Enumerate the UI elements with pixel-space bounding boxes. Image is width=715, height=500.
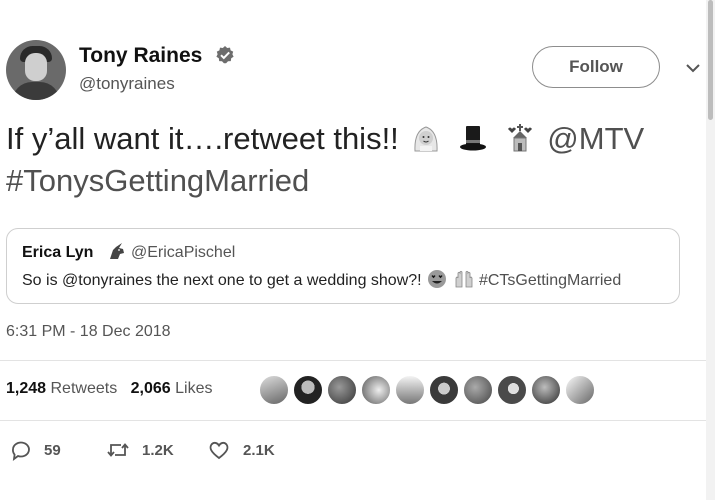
tweet-actions: 59 1.2K 2.1K bbox=[0, 436, 706, 466]
follow-button[interactable]: Follow bbox=[532, 46, 660, 88]
quoted-hashtag-link[interactable]: #CTsGettingMarried bbox=[479, 272, 621, 289]
retweets-stat[interactable]: 1,248 Retweets bbox=[6, 380, 117, 398]
wedding-chapel-icon bbox=[507, 124, 532, 152]
reply-count: 59 bbox=[44, 441, 61, 459]
liker-avatar[interactable] bbox=[360, 374, 392, 406]
scrollbar-thumb[interactable] bbox=[708, 0, 713, 120]
quoted-author-handle[interactable]: @EricaPischel bbox=[131, 244, 235, 262]
raised-hands-icon bbox=[455, 270, 472, 288]
liker-avatar[interactable] bbox=[564, 374, 596, 406]
quoted-tweet-card[interactable]: Erica Lyn @EricaPischel So is @tonyraine… bbox=[6, 228, 680, 304]
retweets-count: 1,248 bbox=[6, 380, 47, 397]
liker-avatar[interactable] bbox=[292, 374, 324, 406]
liker-avatar[interactable] bbox=[326, 374, 358, 406]
retweets-label: Retweets bbox=[50, 380, 118, 397]
tweet-timestamp[interactable]: 6:31 PM - 18 Dec 2018 bbox=[6, 323, 171, 341]
likes-count: 2,066 bbox=[130, 380, 171, 397]
quoted-tweet-text: So is @tonyraines the next one to get a … bbox=[22, 269, 621, 290]
likes-label: Likes bbox=[175, 380, 213, 397]
verified-badge-icon bbox=[216, 46, 234, 64]
quoted-text-body: So is @tonyraines the next one to get a … bbox=[22, 272, 427, 289]
like-button[interactable]: 2.1K bbox=[207, 436, 275, 464]
quoted-author-name[interactable]: Erica Lyn bbox=[22, 244, 93, 262]
heart-eyes-icon bbox=[428, 270, 447, 288]
liker-avatar[interactable] bbox=[428, 374, 460, 406]
top-hat-icon bbox=[460, 126, 487, 151]
liker-avatar[interactable] bbox=[258, 374, 290, 406]
author-handle[interactable]: @tonyraines bbox=[79, 74, 175, 94]
chevron-down-icon[interactable] bbox=[686, 63, 700, 73]
retweet-button[interactable]: 1.2K bbox=[106, 436, 174, 464]
liker-avatar[interactable] bbox=[496, 374, 528, 406]
liker-avatar[interactable] bbox=[530, 374, 562, 406]
tweet-hashtag-link[interactable]: #TonysGettingMarried bbox=[6, 163, 309, 198]
stats-divider-top bbox=[0, 360, 706, 361]
tweet-text: If y’all want it….retweet this!! @MTV #T… bbox=[6, 118, 706, 202]
retweet-count: 1.2K bbox=[142, 441, 174, 459]
bride-with-veil-icon bbox=[414, 126, 438, 152]
author-name[interactable]: Tony Raines bbox=[79, 44, 202, 68]
author-avatar[interactable] bbox=[6, 40, 66, 100]
unicorn-icon bbox=[110, 243, 124, 259]
tweet-mention-link[interactable]: @MTV bbox=[547, 121, 644, 156]
reply-icon bbox=[12, 441, 30, 462]
avatar-body bbox=[12, 82, 60, 100]
reply-button[interactable]: 59 bbox=[8, 436, 61, 464]
avatar-face bbox=[25, 53, 47, 81]
tweet-text-body: If y’all want it….retweet this!! bbox=[6, 121, 408, 156]
likes-stat[interactable]: 2,066 Likes bbox=[131, 380, 213, 398]
retweet-icon bbox=[107, 443, 129, 457]
stats-divider-bottom bbox=[0, 420, 706, 421]
liker-avatar[interactable] bbox=[462, 374, 494, 406]
tweet-stats: 1,248 Retweets 2,066 Likes bbox=[6, 380, 222, 398]
heart-icon bbox=[209, 441, 229, 460]
like-count: 2.1K bbox=[243, 441, 275, 459]
liker-avatar[interactable] bbox=[394, 374, 426, 406]
